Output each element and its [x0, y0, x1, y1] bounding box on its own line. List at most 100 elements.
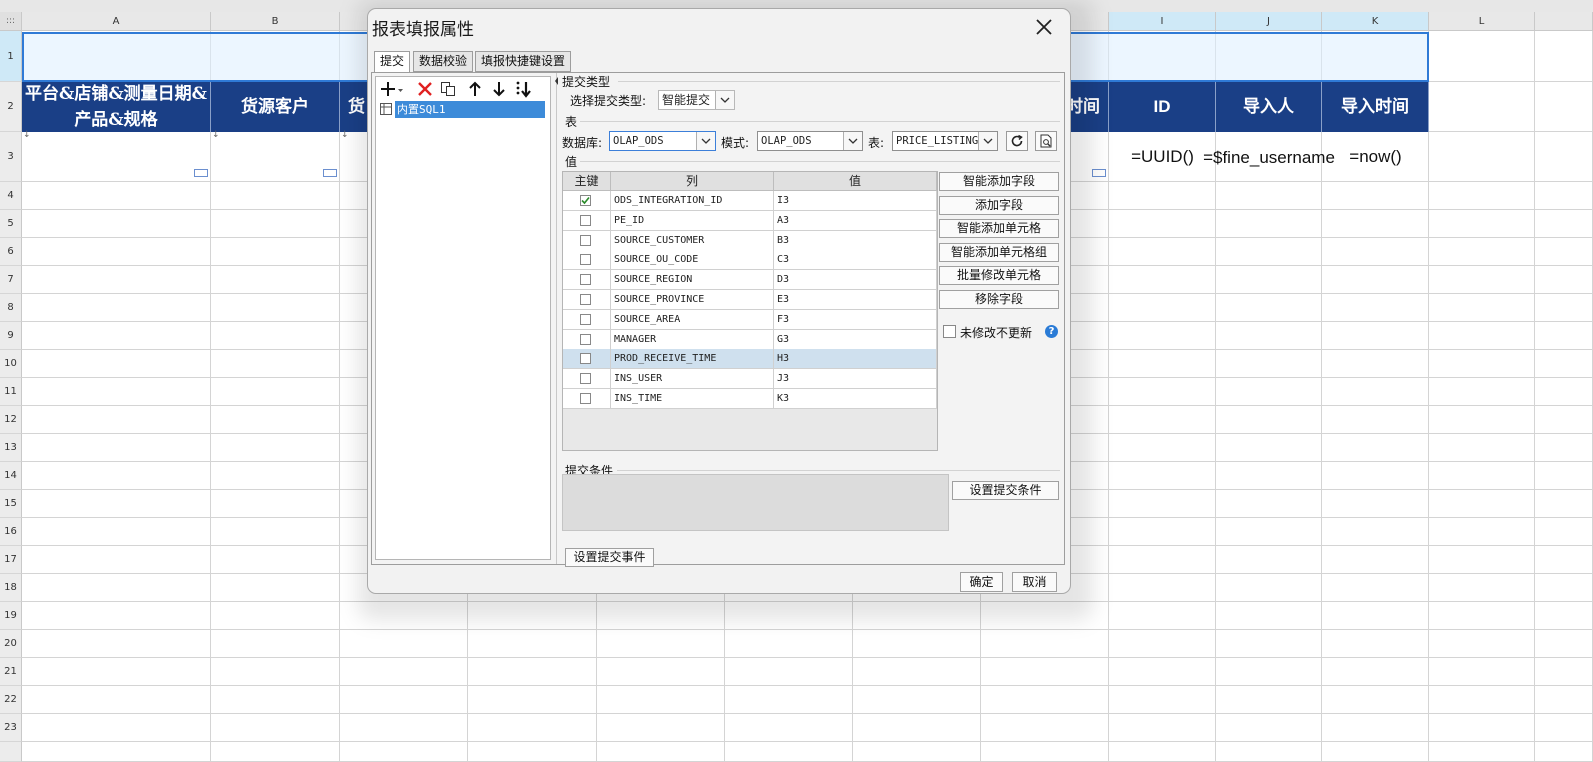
sheet-cell[interactable] — [1109, 434, 1216, 462]
sheet-cell[interactable] — [1216, 406, 1322, 434]
row-header[interactable]: 18 — [0, 574, 22, 602]
sheet-cell[interactable] — [725, 686, 853, 714]
sheet-cell[interactable] — [211, 490, 340, 518]
column-name-cell[interactable]: INS_USER — [611, 369, 774, 390]
sheet-cell[interactable] — [853, 630, 981, 658]
col-header-column[interactable]: 列 — [611, 172, 774, 191]
refresh-icon[interactable] — [1006, 131, 1028, 151]
row-header[interactable]: 22 — [0, 686, 22, 714]
sheet-cell[interactable] — [1322, 406, 1429, 434]
sheet-cell[interactable] — [1535, 322, 1593, 350]
sheet-cell[interactable] — [211, 518, 340, 546]
row-header[interactable]: 20 — [0, 630, 22, 658]
sheet-cell[interactable] — [1429, 210, 1535, 238]
sheet-cell[interactable] — [1429, 238, 1535, 266]
preview-icon[interactable] — [1035, 131, 1057, 151]
formula-cell-i3[interactable]: =UUID() — [1109, 132, 1216, 182]
sheet-cell[interactable] — [22, 132, 211, 182]
remove-field-button[interactable]: 移除字段 — [939, 290, 1059, 309]
primary-key-checkbox[interactable] — [580, 393, 591, 404]
key-cell[interactable] — [563, 309, 611, 330]
sheet-cell[interactable] — [1109, 462, 1216, 490]
sheet-cell[interactable] — [211, 462, 340, 490]
sheet-cell[interactable] — [1109, 266, 1216, 294]
row-header[interactable]: 8 — [0, 294, 22, 322]
sheet-cell[interactable] — [1535, 574, 1593, 602]
sheet-cell[interactable] — [211, 658, 340, 686]
cancel-button[interactable]: 取消 — [1012, 572, 1057, 592]
sheet-cell[interactable] — [1109, 546, 1216, 574]
column-name-cell[interactable]: SOURCE_AREA — [611, 309, 774, 330]
row-header[interactable]: 16 — [0, 518, 22, 546]
field-mapping-table[interactable]: 主键 列 值 ODS_INTEGRATION_ID I3 PE_ID A3 SOURCE… — [562, 171, 938, 451]
sheet-cell[interactable] — [1535, 686, 1593, 714]
sheet-cell[interactable] — [1322, 350, 1429, 378]
row-header[interactable] — [0, 742, 22, 762]
sheet-cell[interactable] — [1109, 406, 1216, 434]
sheet-cell[interactable] — [211, 602, 340, 630]
tab-submit[interactable]: 提交 — [374, 51, 411, 73]
column-header-b[interactable]: B — [211, 12, 340, 31]
key-cell[interactable] — [563, 349, 611, 370]
sheet-cell[interactable] — [211, 294, 340, 322]
key-cell[interactable] — [563, 389, 611, 409]
sheet-cell[interactable] — [1109, 742, 1216, 762]
sheet-cell[interactable] — [22, 714, 211, 742]
sheet-cell[interactable] — [22, 686, 211, 714]
sheet-cell[interactable] — [1109, 686, 1216, 714]
sheet-cell[interactable] — [981, 686, 1109, 714]
sheet-cell[interactable] — [1322, 630, 1429, 658]
primary-key-checkbox[interactable] — [580, 333, 591, 345]
row-header[interactable]: 9 — [0, 322, 22, 350]
value-cell[interactable]: H3 — [774, 349, 937, 370]
sheet-cell[interactable] — [1109, 322, 1216, 350]
value-cell[interactable]: A3 — [774, 210, 937, 231]
sheet-cell[interactable] — [1322, 490, 1429, 518]
sheet-cell[interactable] — [1109, 602, 1216, 630]
key-cell[interactable] — [563, 230, 611, 251]
sheet-cell[interactable] — [211, 714, 340, 742]
sheet-cell[interactable] — [1429, 602, 1535, 630]
sheet-cell[interactable] — [468, 714, 597, 742]
sheet-cell[interactable] — [211, 630, 340, 658]
column-name-cell[interactable]: INS_TIME — [611, 389, 774, 409]
sheet-cell[interactable] — [597, 714, 725, 742]
row-header[interactable]: 12 — [0, 406, 22, 434]
sheet-cell[interactable] — [1216, 686, 1322, 714]
sheet-corner[interactable]: ::: — [0, 12, 22, 31]
sheet-cell[interactable] — [211, 238, 340, 266]
sheet-cell[interactable] — [1429, 322, 1535, 350]
row-header[interactable]: 1 — [0, 31, 22, 82]
row-header[interactable]: 10 — [0, 350, 22, 378]
key-cell[interactable] — [563, 329, 611, 350]
sheet-cell[interactable] — [468, 658, 597, 686]
sheet-cell[interactable] — [725, 714, 853, 742]
sheet-cell[interactable] — [1216, 322, 1322, 350]
copy-icon[interactable] — [439, 80, 457, 98]
value-cell[interactable]: D3 — [774, 270, 937, 291]
sheet-cell[interactable] — [1429, 434, 1535, 462]
value-cell[interactable]: I3 — [774, 191, 937, 211]
sheet-cell[interactable] — [1216, 490, 1322, 518]
sheet-cell[interactable] — [1216, 294, 1322, 322]
sheet-cell[interactable] — [1109, 518, 1216, 546]
cell-widget-h3[interactable] — [1092, 169, 1106, 177]
sheet-cell[interactable] — [1109, 350, 1216, 378]
sheet-cell[interactable] — [1322, 210, 1429, 238]
sheet-cell[interactable] — [597, 630, 725, 658]
sheet-cell[interactable] — [1322, 322, 1429, 350]
value-cell[interactable]: C3 — [774, 250, 937, 271]
sheet-cell[interactable] — [340, 630, 468, 658]
sheet-cell[interactable] — [1429, 518, 1535, 546]
database-select[interactable]: OLAP_ODS — [609, 131, 716, 151]
sheet-cell[interactable] — [1429, 546, 1535, 574]
row-header[interactable]: 14 — [0, 462, 22, 490]
sheet-cell[interactable] — [853, 658, 981, 686]
cell-widget-a3[interactable] — [194, 169, 208, 177]
row-header[interactable]: 2 — [0, 82, 22, 132]
header-cell-i[interactable]: ID — [1109, 82, 1216, 132]
row-header[interactable]: 7 — [0, 266, 22, 294]
sheet-cell[interactable] — [1216, 714, 1322, 742]
column-header-a[interactable]: A — [22, 12, 211, 31]
sheet-cell[interactable] — [22, 462, 211, 490]
